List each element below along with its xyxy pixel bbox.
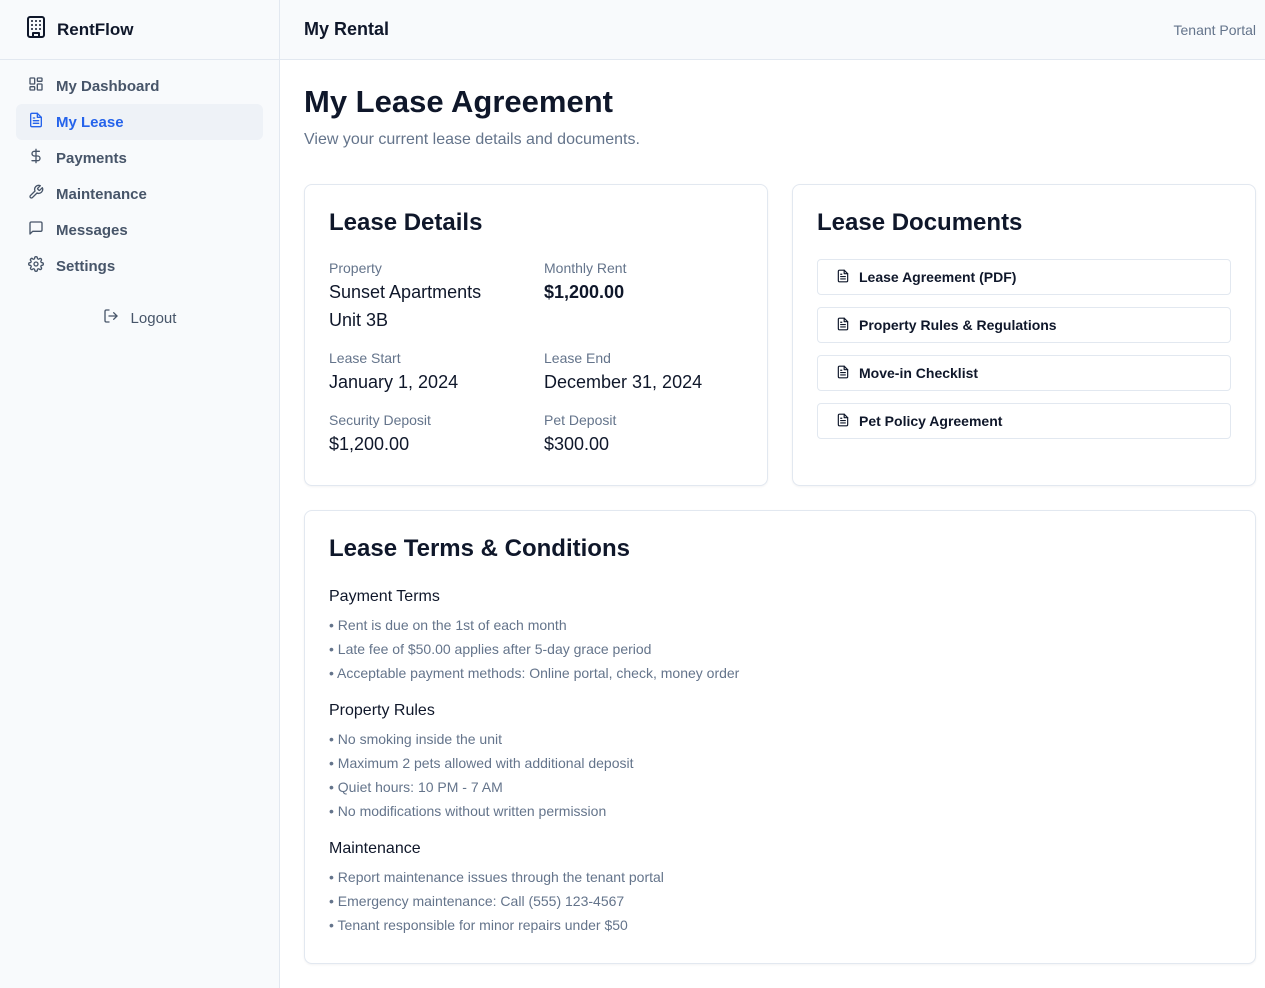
- end-field: Lease End December 31, 2024: [544, 348, 744, 396]
- sidebar-item-label: Payments: [56, 149, 127, 167]
- sidebar: RentFlow My Dashboard My Lease Payments …: [0, 0, 280, 988]
- document-icon: [836, 365, 850, 382]
- sidebar-item-maintenance[interactable]: Maintenance: [16, 176, 263, 212]
- sidebar-item-label: Maintenance: [56, 185, 147, 203]
- wrench-icon: [28, 184, 44, 204]
- document-button-pet-policy[interactable]: Pet Policy Agreement: [817, 403, 1231, 439]
- list-item: • Rent is due on the 1st of each month: [329, 617, 567, 633]
- sidebar-item-label: Messages: [56, 221, 128, 239]
- gear-icon: [28, 256, 44, 276]
- security-label: Security Deposit: [329, 412, 431, 428]
- end-label: Lease End: [544, 350, 611, 366]
- sidebar-item-label: My Dashboard: [56, 77, 160, 95]
- page-title: My Lease Agreement: [304, 84, 613, 119]
- document-icon: [28, 112, 44, 132]
- list-item: • Late fee of $50.00 applies after 5-day…: [329, 641, 652, 657]
- grid-icon: [28, 76, 44, 96]
- document-icon: [836, 269, 850, 286]
- lease-documents-title: Lease Documents: [817, 209, 1023, 236]
- sidebar-item-label: My Lease: [56, 113, 124, 131]
- payment-terms-title: Payment Terms: [329, 588, 440, 605]
- security-field: Security Deposit $1,200.00: [329, 410, 544, 458]
- payment-terms-list: • Rent is due on the 1st of each month •…: [329, 613, 1231, 685]
- start-label: Lease Start: [329, 350, 401, 366]
- document-button-move-in-checklist[interactable]: Move-in Checklist: [817, 355, 1231, 391]
- sidebar-nav: My Dashboard My Lease Payments Maintenan…: [0, 60, 279, 336]
- list-item: • No smoking inside the unit: [329, 731, 502, 747]
- document-label: Lease Agreement (PDF): [859, 269, 1017, 285]
- sidebar-item-settings[interactable]: Settings: [16, 248, 263, 284]
- sidebar-item-lease[interactable]: My Lease: [16, 104, 263, 140]
- logout-button[interactable]: Logout: [16, 300, 263, 336]
- maintenance-list: • Report maintenance issues through the …: [329, 865, 1231, 937]
- document-icon: [836, 413, 850, 430]
- sidebar-item-messages[interactable]: Messages: [16, 212, 263, 248]
- lease-documents-card: Lease Documents Lease Agreement (PDF) Pr…: [792, 184, 1256, 486]
- brand[interactable]: RentFlow: [0, 0, 279, 60]
- logout-icon: [103, 308, 119, 328]
- list-item: • Acceptable payment methods: Online por…: [329, 665, 740, 681]
- maintenance-title: Maintenance: [329, 840, 421, 857]
- document-label: Move-in Checklist: [859, 365, 979, 381]
- security-value: $1,200.00: [329, 434, 410, 454]
- header-title: My Rental: [304, 19, 390, 39]
- lease-details-grid: Property Sunset Apartments Unit 3B Month…: [329, 258, 743, 472]
- start-field: Lease Start January 1, 2024: [329, 348, 544, 396]
- pet-field: Pet Deposit $300.00: [544, 410, 744, 458]
- document-icon: [836, 317, 850, 334]
- building-icon: [24, 15, 48, 44]
- logout-label: Logout: [130, 309, 177, 327]
- lease-terms-card: Lease Terms & Conditions Payment Terms •…: [304, 510, 1256, 964]
- rent-label: Monthly Rent: [544, 260, 627, 276]
- message-icon: [28, 220, 44, 240]
- sidebar-item-payments[interactable]: Payments: [16, 140, 263, 176]
- property-name: Sunset Apartments: [329, 282, 482, 302]
- list-item: • Quiet hours: 10 PM - 7 AM: [329, 779, 503, 795]
- lease-terms-title: Lease Terms & Conditions: [329, 535, 630, 562]
- main-content: My Lease Agreement View your current lea…: [280, 60, 1265, 988]
- lease-details-title: Lease Details: [329, 209, 483, 236]
- property-unit: Unit 3B: [329, 310, 389, 330]
- sidebar-item-label: Settings: [56, 257, 116, 275]
- property-rules-title: Property Rules: [329, 702, 435, 719]
- list-item: • Tenant responsible for minor repairs u…: [329, 917, 628, 933]
- sidebar-item-dashboard[interactable]: My Dashboard: [16, 68, 263, 104]
- pet-value: $300.00: [544, 434, 610, 454]
- list-item: • No modifications without written permi…: [329, 803, 607, 819]
- list-item: • Emergency maintenance: Call (555) 123-…: [329, 893, 625, 909]
- rent-value: $1,200.00: [544, 282, 625, 302]
- lease-details-card: Lease Details Property Sunset Apartments…: [304, 184, 768, 486]
- end-value: December 31, 2024: [544, 372, 703, 392]
- dollar-icon: [28, 148, 44, 168]
- start-value: January 1, 2024: [329, 372, 459, 392]
- property-label: Property: [329, 260, 382, 276]
- document-button-lease-agreement[interactable]: Lease Agreement (PDF): [817, 259, 1231, 295]
- rent-field: Monthly Rent $1,200.00: [544, 258, 744, 334]
- page-subtitle: View your current lease details and docu…: [304, 131, 640, 148]
- top-bar: My Rental Tenant Portal: [280, 0, 1265, 60]
- portal-label: Tenant Portal: [1173, 21, 1257, 38]
- document-button-property-rules[interactable]: Property Rules & Regulations: [817, 307, 1231, 343]
- document-label: Property Rules & Regulations: [859, 317, 1057, 333]
- list-item: • Maximum 2 pets allowed with additional…: [329, 755, 634, 771]
- property-rules-list: • No smoking inside the unit • Maximum 2…: [329, 727, 1231, 823]
- document-label: Pet Policy Agreement: [859, 413, 1003, 429]
- document-list: Lease Agreement (PDF) Property Rules & R…: [817, 259, 1231, 439]
- property-field: Property Sunset Apartments Unit 3B: [329, 258, 544, 334]
- brand-name: RentFlow: [57, 19, 134, 39]
- list-item: • Report maintenance issues through the …: [329, 869, 664, 885]
- pet-label: Pet Deposit: [544, 412, 617, 428]
